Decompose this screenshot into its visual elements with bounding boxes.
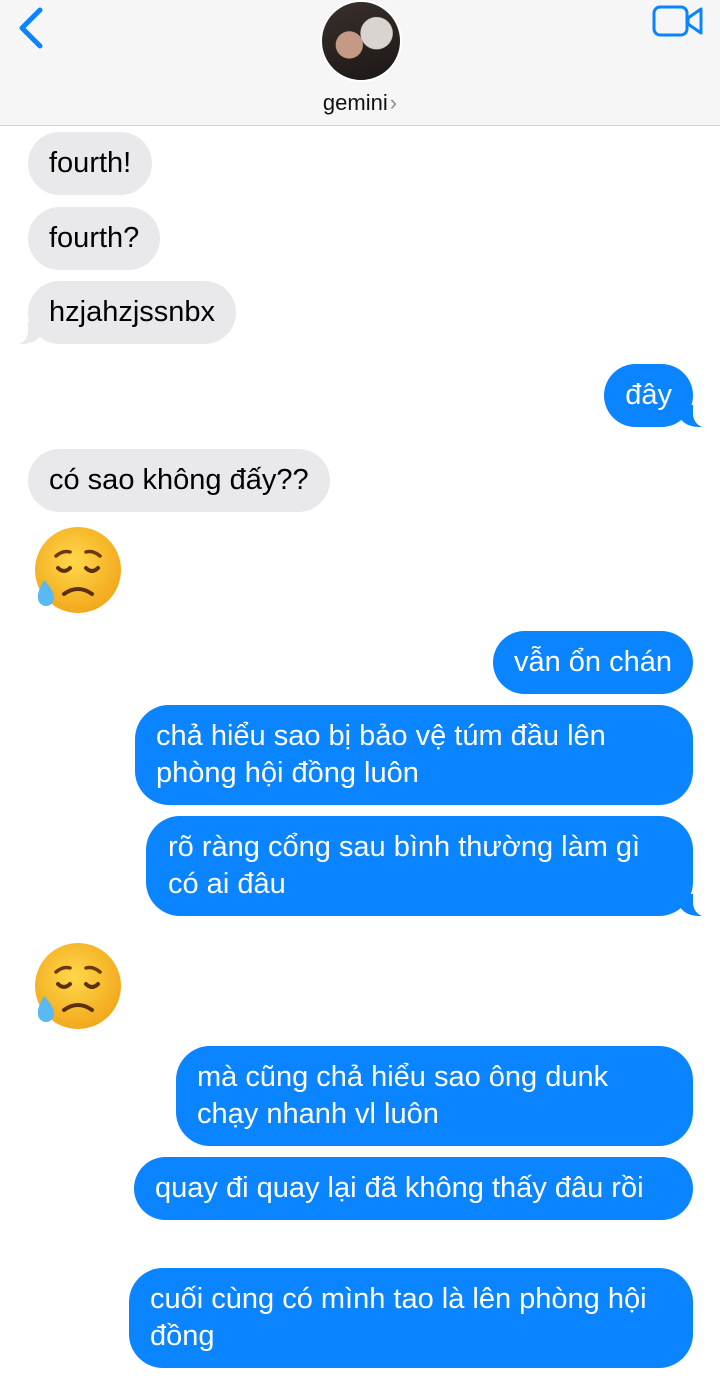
back-button[interactable] [14, 6, 50, 50]
message-bubble-outgoing[interactable]: rõ ràng cổng sau bình thường làm gì có a… [146, 816, 715, 917]
message-bubble-outgoing[interactable]: chả hiểu sao bị bảo vệ túm đầu lên phòng… [135, 705, 693, 805]
message-text: mà cũng chả hiểu sao ông dunk chạy nhanh… [197, 1061, 609, 1130]
message-bubble-outgoing[interactable]: mà cũng chả hiểu sao ông dunk chạy nhanh… [176, 1046, 693, 1146]
video-camera-icon [652, 5, 703, 37]
message-text: vẫn ổn chán [513, 646, 672, 678]
message-bubble-incoming[interactable]: fourth? [28, 207, 161, 270]
video-call-button[interactable] [652, 4, 704, 38]
message-text: rõ ràng cổng sau bình thường làm gì có a… [168, 831, 641, 900]
sad-sweat-face-icon[interactable] [30, 524, 122, 616]
chat-header: gemini› [0, 0, 720, 126]
contact-name-button[interactable]: gemini› [0, 90, 720, 116]
message-text: chả hiểu sao bị bảo vệ túm đầu lên phòng… [156, 720, 606, 789]
message-bubble-outgoing[interactable]: quay đi quay lại đã không thấy đâu rồi [134, 1157, 693, 1220]
message-text: quay đi quay lại đã không thấy đâu rồi [155, 1172, 644, 1204]
message-text: đây [625, 379, 672, 411]
chevron-left-icon [19, 7, 43, 49]
message-bubble-incoming[interactable]: hzjahzjssnbx [5, 281, 237, 345]
message-bubble-outgoing[interactable]: cuối cùng có mình tao là lên phòng hội đ… [129, 1268, 693, 1368]
chevron-right-icon: › [389, 90, 398, 115]
message-text: fourth! [49, 147, 132, 179]
message-text: hzjahzjssnbx [49, 296, 216, 328]
message-bubble-outgoing[interactable]: đây [604, 364, 715, 428]
contact-name: gemini [322, 90, 388, 115]
message-bubble-outgoing[interactable]: vẫn ổn chán [492, 631, 693, 694]
avatar[interactable] [320, 0, 402, 82]
message-text: fourth? [49, 222, 140, 254]
message-bubble-incoming[interactable]: fourth! [28, 132, 153, 195]
message-text: cuối cùng có mình tao là lên phòng hội đ… [150, 1283, 647, 1352]
sad-sweat-face-icon[interactable] [30, 940, 122, 1032]
message-bubble-incoming[interactable]: có sao không đấy?? [28, 449, 330, 512]
message-text: có sao không đấy?? [49, 464, 309, 496]
